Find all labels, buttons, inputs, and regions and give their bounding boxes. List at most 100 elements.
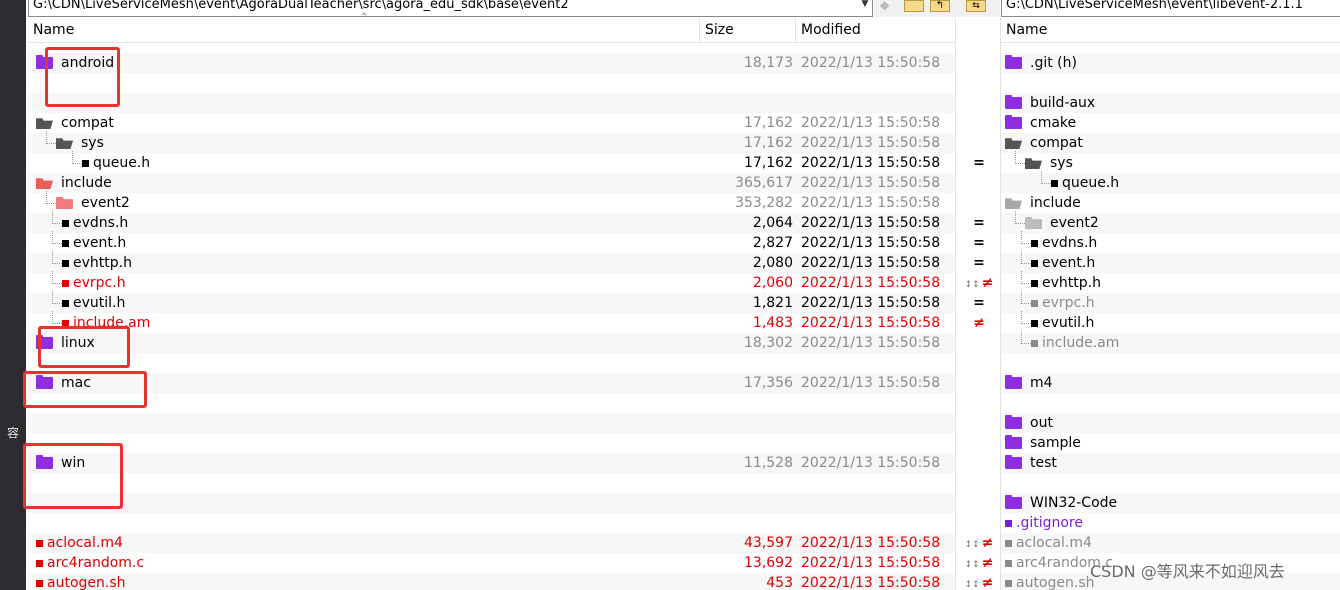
list-item[interactable]: aclocal.m4 43,597 2022/1/13 15:50:58 [28,533,955,553]
tree-connector [52,211,62,224]
sync-arrows-icon: ↕↕ [964,540,980,550]
item-name: event.h [1042,255,1096,271]
compare-mark: ≠ [981,275,994,291]
list-item[interactable]: evdns.h [1001,231,1340,253]
list-item[interactable]: queue.h 17,162 2022/1/13 15:50:58 [28,151,955,173]
list-item[interactable]: event.h [1001,251,1340,273]
tree-connector [1021,271,1031,284]
file-icon [62,259,69,267]
compare-mark: ≠ [973,315,985,331]
file-icon [62,299,69,307]
item-size: 17,162 [744,155,793,171]
size-column-header[interactable]: Size [700,18,796,42]
file-icon [1031,339,1038,347]
list-item[interactable]: sample [1001,433,1340,453]
left-path-field[interactable]: G:\CDN\LiveServiceMesh\event\AgoraDualTe… [28,0,873,17]
list-item[interactable]: evhttp.h 2,080 2022/1/13 15:50:58 [28,251,955,273]
list-item[interactable]: evutil.h [1001,311,1340,333]
list-item[interactable]: include.am 1,483 2022/1/13 15:50:58 [28,311,955,333]
list-item[interactable]: event.h 2,827 2022/1/13 15:50:58 [28,231,955,253]
item-size: 353,282 [735,195,793,211]
item-name: event2 [81,195,130,211]
list-item[interactable]: evrpc.h 2,060 2022/1/13 15:50:58 [28,271,955,293]
item-name: include [1030,195,1081,211]
list-item[interactable]: event2 353,282 2022/1/13 15:50:58 [28,191,955,213]
list-item[interactable]: .gitignore [1001,513,1340,533]
list-item[interactable]: queue.h [1001,171,1340,193]
list-item[interactable]: compat 17,162 2022/1/13 15:50:58 [28,113,955,133]
list-item[interactable]: evhttp.h [1001,271,1340,293]
item-size: 2,060 [752,275,793,291]
list-item[interactable]: compat [1001,133,1340,153]
file-icon [36,539,43,547]
list-item[interactable]: linux 18,302 2022/1/13 15:50:58 [28,333,955,353]
modified-column-header[interactable]: Modified [796,18,955,42]
right-name-column-header[interactable]: Name [1001,18,1340,42]
compare-mark: = [973,235,985,251]
parent-folder-icon[interactable]: ↰ [930,0,950,12]
item-modified: 2022/1/13 15:50:58 [801,255,941,271]
list-item[interactable]: autogen.sh 453 2022/1/13 15:50:58 [28,573,955,590]
left-file-list[interactable]: android 18,173 2022/1/13 15:50:58 compat 17,… [28,43,955,590]
item-modified: 2022/1/13 15:50:58 [801,375,941,391]
right-file-list[interactable]: .git (h) build-aux cmake compat sys queue.h in… [1001,43,1340,590]
folder-icon [1005,415,1022,429]
list-item[interactable]: cmake [1001,113,1340,133]
folder-icon [56,138,73,149]
list-item[interactable]: sys [1001,151,1340,173]
list-item[interactable]: include 365,617 2022/1/13 15:50:58 [28,173,955,193]
list-item[interactable]: win 11,528 2022/1/13 15:50:58 [28,453,955,473]
list-item[interactable]: aclocal.m4 [1001,533,1340,553]
list-item[interactable]: m4 [1001,373,1340,393]
list-item[interactable]: evutil.h 1,821 2022/1/13 15:50:58 [28,291,955,313]
list-item[interactable]: android 18,173 2022/1/13 15:50:58 [28,53,955,73]
list-item[interactable]: include.am [1001,331,1340,353]
right-column-header: Name [1001,18,1340,43]
right-path-field[interactable]: G:\CDN\LiveServiceMesh\event\libevent-2.… [1001,0,1340,17]
list-item[interactable]: WIN32-Code [1001,493,1340,513]
item-size: 17,162 [744,115,793,131]
list-item[interactable]: mac 17,356 2022/1/13 15:50:58 [28,373,955,393]
arrow-icon[interactable]: ◆ [880,0,900,12]
swap-icon[interactable]: ⇆ [966,0,986,12]
folder-icon[interactable] [904,0,924,12]
list-item[interactable]: include [1001,193,1340,213]
file-icon [1031,279,1038,287]
list-item[interactable]: out [1001,413,1340,433]
left-path-dropdown-icon[interactable]: ▼ [858,0,872,16]
identical-marker: = [956,153,1000,173]
item-size: 1,821 [752,295,793,311]
folder-icon [36,178,53,189]
list-spacer [28,93,955,113]
list-item[interactable]: sys 17,162 2022/1/13 15:50:58 [28,131,955,153]
tree-connector [1021,291,1031,304]
item-size: 18,173 [744,55,793,71]
annotation-box-android [45,47,120,107]
item-name: evrpc.h [73,275,126,291]
file-icon [62,219,69,227]
list-item[interactable]: .git (h) [1001,53,1340,73]
list-item[interactable]: event2 [1001,211,1340,233]
item-size: 43,597 [744,535,793,551]
item-name: cmake [1030,115,1077,131]
list-item[interactable]: test [1001,453,1340,473]
list-item[interactable]: evdns.h 2,064 2022/1/13 15:50:58 [28,211,955,233]
item-name: evhttp.h [1042,275,1101,291]
list-item[interactable]: arc4random.c 13,692 2022/1/13 15:50:58 [28,553,955,573]
item-size: 2,080 [752,255,793,271]
item-name: out [1030,415,1053,431]
list-item[interactable]: evrpc.h [1001,291,1340,313]
item-modified: 2022/1/13 15:50:58 [801,295,941,311]
list-item[interactable]: build-aux [1001,93,1340,113]
annotation-box-mac [23,371,147,408]
tree-connector [52,251,62,264]
item-name: test [1030,455,1057,471]
file-icon [36,559,43,567]
item-modified: 2022/1/13 15:50:58 [801,215,941,231]
tree-connector [1021,331,1031,344]
item-modified: 2022/1/13 15:50:58 [801,175,941,191]
